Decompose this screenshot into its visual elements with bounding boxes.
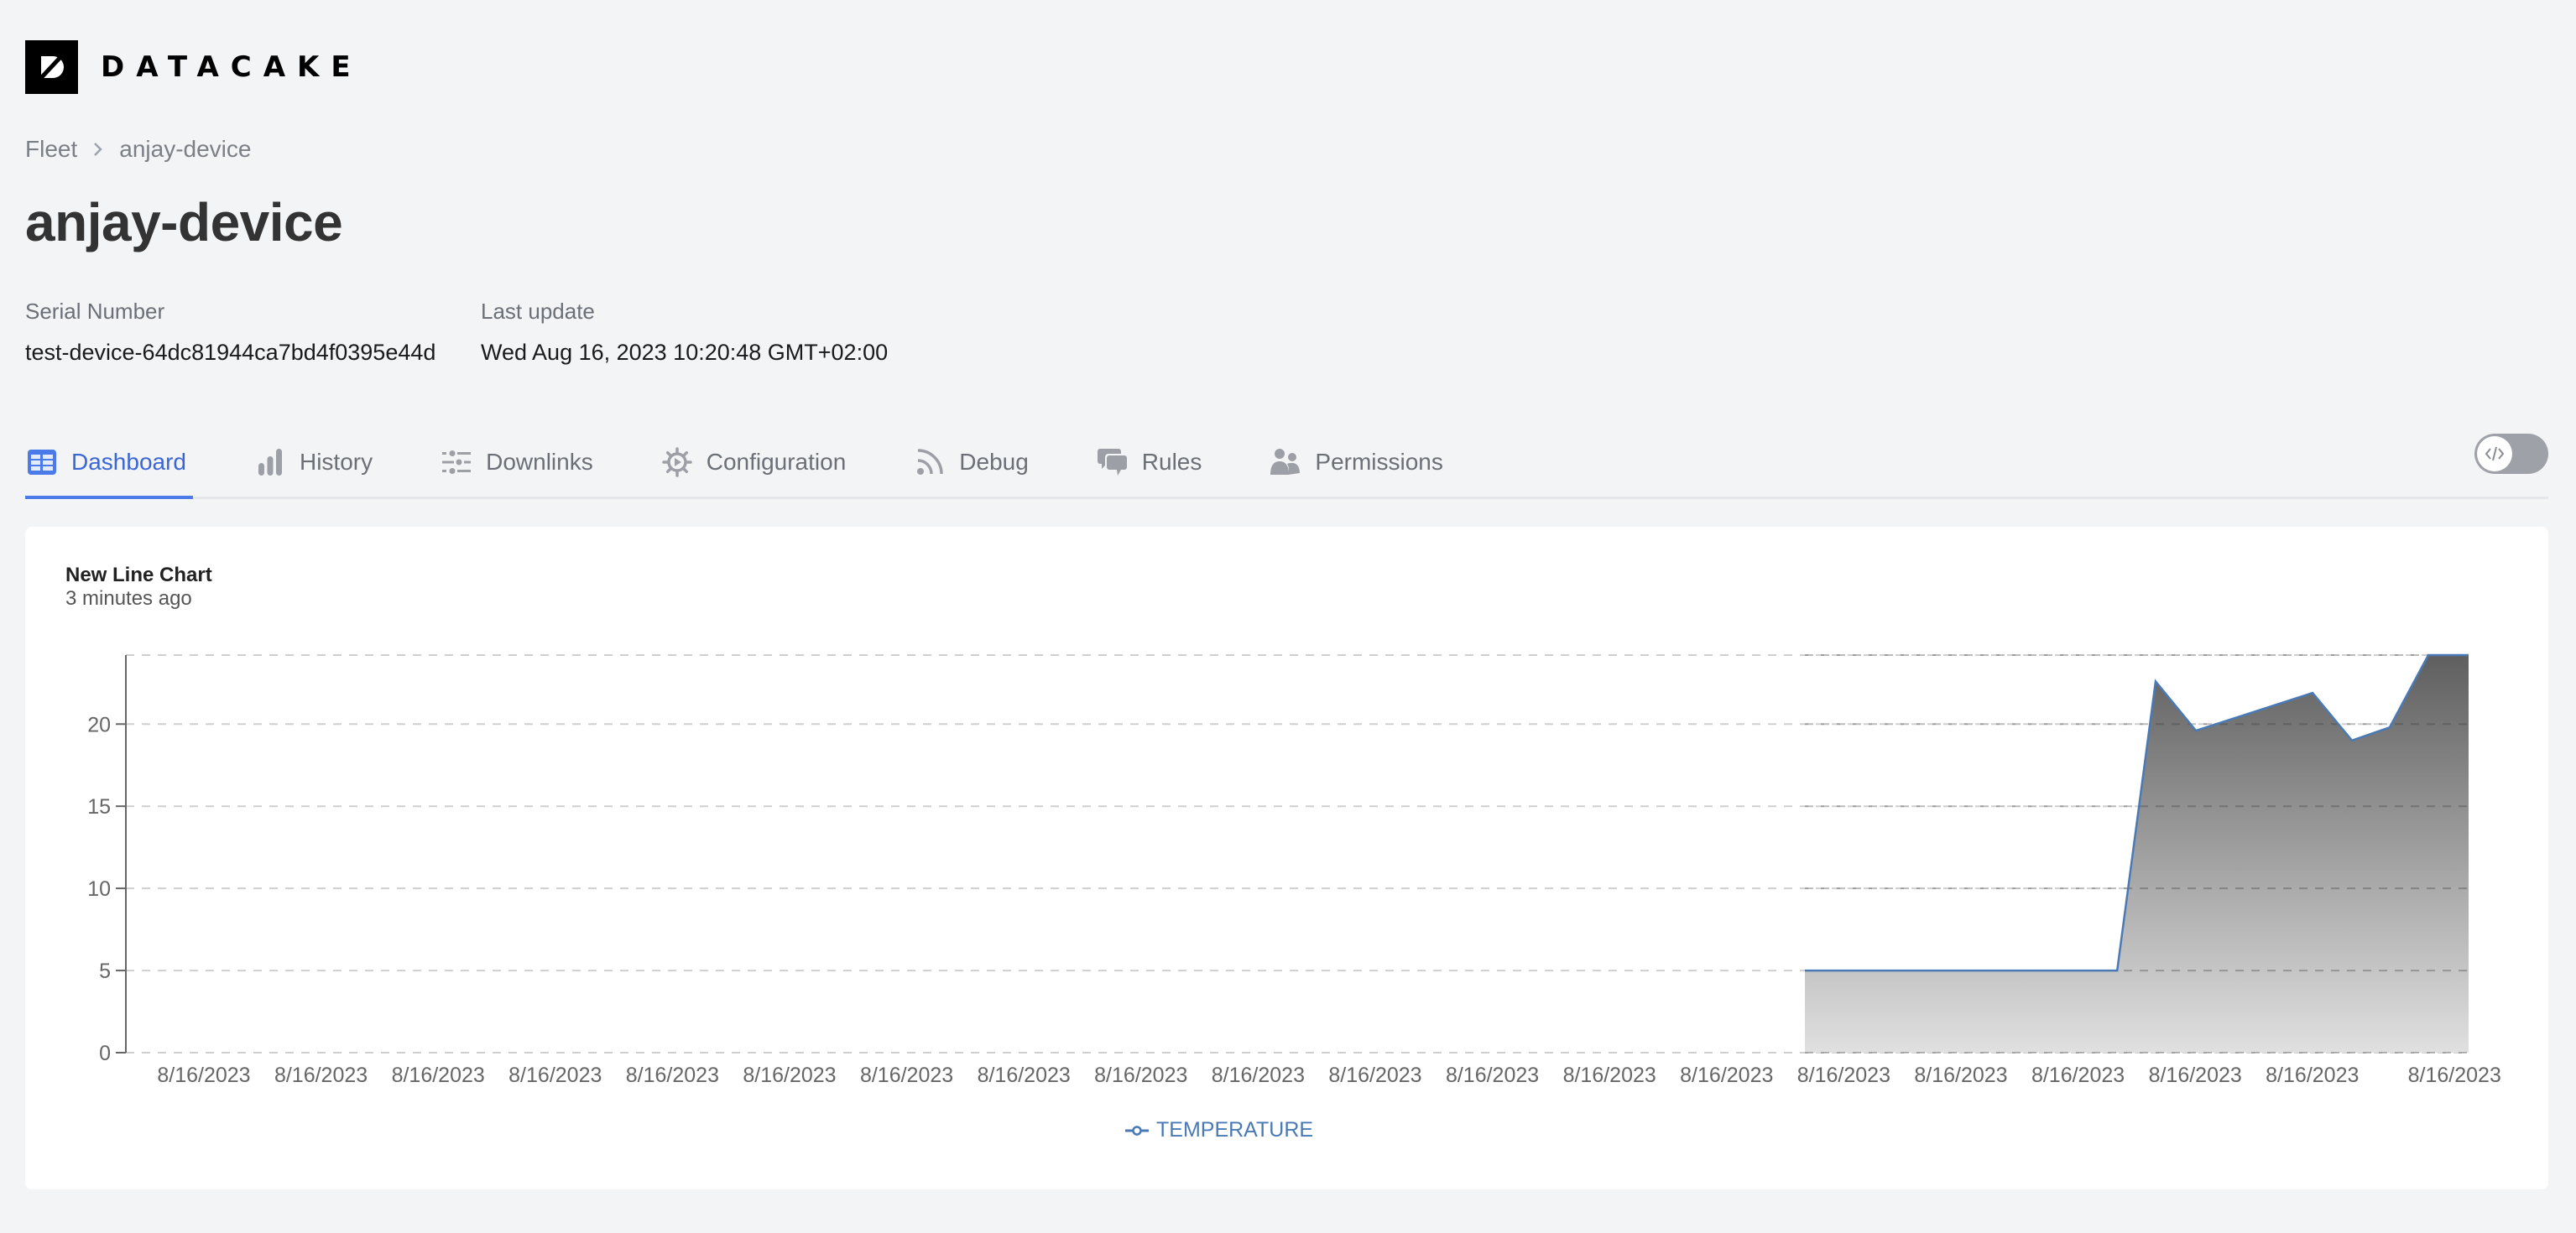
x-tick-label: 8/16/2023 xyxy=(1797,1064,1890,1087)
y-tick-label: 0 xyxy=(99,1042,111,1065)
temperature-area xyxy=(1805,655,2469,1053)
legend-item-temperature[interactable]: TEMPERATURE xyxy=(1124,1118,1313,1142)
x-tick-label: 8/16/2023 xyxy=(1328,1064,1421,1087)
x-tick-label: 8/16/2023 xyxy=(626,1064,719,1087)
x-tick-label: 8/16/2023 xyxy=(1446,1064,1539,1087)
y-tick-label: 5 xyxy=(99,960,111,983)
legend-line-marker-icon xyxy=(1124,1125,1150,1137)
y-tick-label: 10 xyxy=(87,877,111,901)
x-tick-label: 8/16/2023 xyxy=(2149,1064,2242,1087)
x-tick-label: 8/16/2023 xyxy=(743,1064,836,1087)
x-tick-label: 8/16/2023 xyxy=(508,1064,602,1087)
x-tick-label: 8/16/2023 xyxy=(392,1064,485,1087)
x-tick-label: 8/16/2023 xyxy=(1563,1064,1656,1087)
x-tick-label: 8/16/2023 xyxy=(2266,1064,2359,1087)
x-tick-label: 8/16/2023 xyxy=(2031,1064,2125,1087)
x-tick-label: 8/16/2023 xyxy=(2408,1064,2501,1087)
x-tick-label: 8/16/2023 xyxy=(860,1064,953,1087)
x-tick-label: 8/16/2023 xyxy=(1212,1064,1305,1087)
x-tick-label: 8/16/2023 xyxy=(978,1064,1071,1087)
x-tick-label: 8/16/2023 xyxy=(274,1064,368,1087)
legend-label: TEMPERATURE xyxy=(1156,1118,1314,1142)
x-tick-label: 8/16/2023 xyxy=(1680,1064,1773,1087)
temperature-chart: 0 5 10 15 20 8/16/2023 8/16/2023 8/16/2023 8/16/… xyxy=(87,653,2501,1087)
x-tick-label: 8/16/2023 xyxy=(157,1064,250,1087)
x-tick-label: 8/16/2023 xyxy=(1914,1064,2007,1087)
y-tick-label: 15 xyxy=(87,795,111,819)
x-tick-label: 8/16/2023 xyxy=(1094,1064,1187,1087)
y-tick-label: 20 xyxy=(87,713,111,736)
